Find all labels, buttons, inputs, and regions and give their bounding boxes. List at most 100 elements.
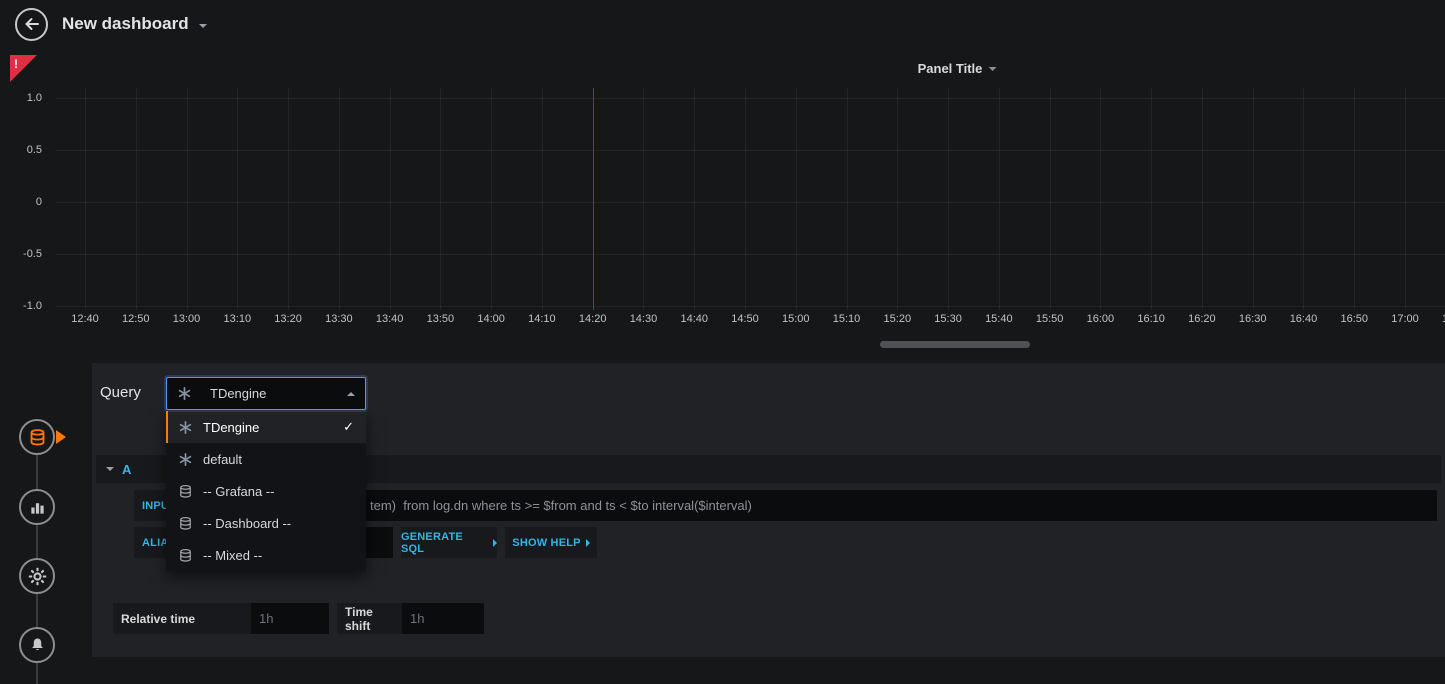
- back-button[interactable]: [15, 8, 48, 41]
- gridline-vertical: [1253, 88, 1254, 310]
- gridline-vertical: [1354, 88, 1355, 310]
- gridline-vertical: [1303, 88, 1304, 310]
- gridline-horizontal: [55, 202, 1445, 203]
- relative-time-label: Relative time: [113, 603, 251, 634]
- sql-text: tem) from log.dn where ts >= $from and t…: [370, 490, 752, 521]
- tab-queries[interactable]: [19, 419, 55, 455]
- menu-item-default[interactable]: default: [166, 443, 366, 475]
- menu-item-grafana[interactable]: -- Grafana --: [166, 475, 366, 507]
- menu-item-tdengine[interactable]: TDengine ✓: [166, 411, 366, 443]
- menu-item-mixed[interactable]: -- Mixed --: [166, 539, 366, 571]
- menu-item-label: -- Dashboard --: [203, 516, 291, 531]
- header: New dashboard: [0, 0, 1445, 48]
- gridline-vertical: [237, 88, 238, 310]
- collapse-caret-icon: [106, 467, 114, 471]
- y-tick-label: -1.0: [0, 300, 42, 312]
- active-tab-arrow-icon: [56, 430, 66, 444]
- show-help-button[interactable]: SHOW HELP: [505, 527, 597, 558]
- dashboard-title[interactable]: New dashboard: [62, 14, 189, 34]
- x-tick-label: 13:00: [173, 313, 201, 325]
- panel-error-indicator[interactable]: !: [10, 55, 37, 82]
- back-arrow-icon: [24, 17, 40, 31]
- panel-title-text: Panel Title: [918, 61, 983, 76]
- x-tick-label: 17:00: [1391, 313, 1419, 325]
- database-icon: [178, 516, 194, 531]
- menu-item-dashboard[interactable]: -- Dashboard --: [166, 507, 366, 539]
- x-tick-label: 16:30: [1239, 313, 1267, 325]
- chevron-down-icon[interactable]: [199, 24, 207, 28]
- gridline-vertical: [1151, 88, 1152, 310]
- gridline-horizontal: [55, 98, 1445, 99]
- gear-icon: [28, 567, 47, 586]
- x-tick-label: 16:50: [1340, 313, 1368, 325]
- tab-general[interactable]: [19, 558, 55, 594]
- gridline-vertical: [491, 88, 492, 310]
- gridline-vertical: [643, 88, 644, 310]
- gridline-vertical: [694, 88, 695, 310]
- x-tick-label: 15:50: [1036, 313, 1064, 325]
- gridline-vertical: [745, 88, 746, 310]
- x-tick-label: 14:50: [731, 313, 759, 325]
- chevron-right-icon: [586, 539, 590, 547]
- app-root: New dashboard ! Panel Title 12:40 12:50 13…: [0, 0, 1445, 684]
- database-icon: [178, 484, 194, 499]
- gridline-vertical: [136, 88, 137, 310]
- gridline-vertical: [542, 88, 543, 310]
- datasource-menu: TDengine ✓ default -- Grafana -- -- Das: [166, 411, 366, 571]
- x-tick-label: 14:30: [630, 313, 658, 325]
- gridline-vertical: [847, 88, 848, 310]
- star-icon: [178, 452, 194, 467]
- y-tick-label: 1.0: [0, 92, 42, 104]
- x-tick-label: 15:40: [985, 313, 1013, 325]
- x-tick-label: 16:10: [1137, 313, 1165, 325]
- x-tick-label: 16:00: [1087, 313, 1115, 325]
- tab-alert[interactable]: [19, 627, 55, 663]
- menu-item-label: default: [203, 452, 242, 467]
- relative-time-input[interactable]: [251, 603, 329, 634]
- x-tick-label: 14:00: [477, 313, 505, 325]
- graph-panel[interactable]: ! Panel Title 12:4012:5013:0013:1013:201…: [0, 55, 1445, 345]
- datasource-select[interactable]: TDengine: [166, 377, 366, 410]
- menu-item-label: -- Mixed --: [203, 548, 262, 563]
- x-tick-label: 12:40: [71, 313, 99, 325]
- x-tick-label: 14:40: [680, 313, 708, 325]
- x-tick-label: 13:10: [224, 313, 252, 325]
- x-tick-label: 16:40: [1290, 313, 1318, 325]
- gridline-vertical: [948, 88, 949, 310]
- star-icon: [178, 420, 194, 435]
- bell-icon: [29, 637, 46, 654]
- gridline-vertical: [339, 88, 340, 310]
- star-icon: [177, 386, 193, 401]
- show-help-label: SHOW HELP: [512, 537, 580, 549]
- annotation-vline: [593, 88, 594, 310]
- x-tick-label: 13:50: [427, 313, 455, 325]
- generate-sql-button[interactable]: GENERATE SQL: [401, 527, 497, 558]
- gridline-horizontal: [55, 150, 1445, 151]
- query-ref-id: A: [122, 462, 131, 477]
- gridline-vertical: [390, 88, 391, 310]
- gridline-vertical: [440, 88, 441, 310]
- time-shift-input[interactable]: [402, 603, 484, 634]
- gridline-vertical: [796, 88, 797, 310]
- panel-title[interactable]: Panel Title: [918, 61, 997, 76]
- generate-sql-label: GENERATE SQL: [401, 531, 488, 555]
- x-tick-label: 15:10: [833, 313, 861, 325]
- x-tick-label: 14:20: [579, 313, 607, 325]
- horizontal-scrollbar[interactable]: [880, 341, 1030, 348]
- gridline-horizontal: [55, 306, 1445, 307]
- gridline-vertical: [1050, 88, 1051, 310]
- tab-visualization[interactable]: [19, 489, 55, 525]
- menu-item-label: -- Grafana --: [203, 484, 275, 499]
- x-tick-label: 15:30: [934, 313, 962, 325]
- database-icon: [28, 428, 47, 447]
- error-exclamation: !: [14, 57, 18, 71]
- gridline-horizontal: [55, 254, 1445, 255]
- x-tick-label: 12:50: [122, 313, 150, 325]
- y-tick-label: 0.5: [0, 144, 42, 156]
- gridline-vertical: [1405, 88, 1406, 310]
- chevron-right-icon: [493, 539, 497, 547]
- chevron-up-icon: [347, 392, 355, 396]
- checkmark-icon: ✓: [343, 420, 354, 435]
- gridline-vertical: [999, 88, 1000, 310]
- y-tick-label: 0: [0, 196, 42, 208]
